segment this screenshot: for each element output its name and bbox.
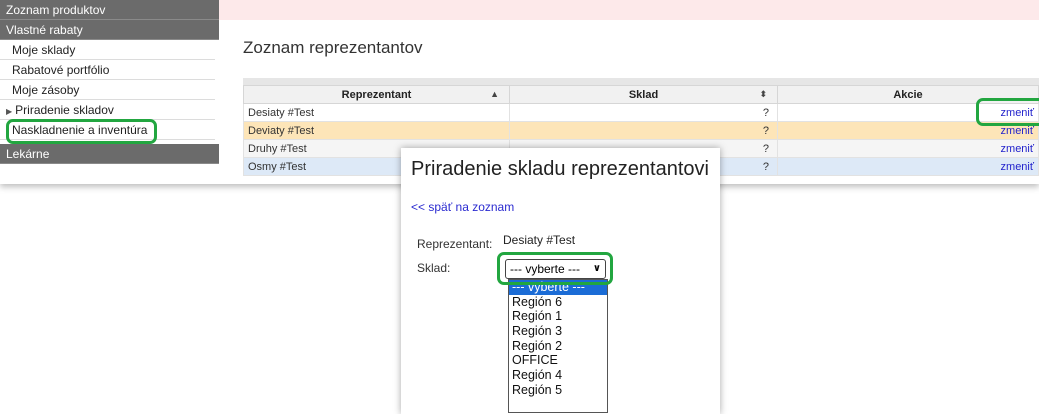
column-header-warehouse[interactable]: Sklad ⬍	[509, 85, 778, 104]
sidebar-item-discount-portfolio[interactable]: Rabatové portfólio	[0, 60, 215, 80]
column-header-actions: Akcie	[777, 85, 1039, 104]
warehouse-label: Sklad:	[417, 261, 451, 275]
warehouse-dropdown-list: --- vyberte --- Región 6 Región 1 Región…	[508, 279, 608, 413]
sidebar-item-my-stock[interactable]: Moje zásoby	[0, 80, 215, 100]
dropdown-option[interactable]: Región 2	[509, 339, 607, 354]
assign-warehouse-dialog: Priradenie skladu reprezentantovi << spä…	[401, 148, 720, 414]
change-link[interactable]: zmeniť	[1001, 143, 1034, 155]
chevron-down-icon: ∨	[592, 263, 601, 274]
table-toolbar-strip	[243, 78, 1039, 85]
cell-warehouse: ?	[509, 103, 778, 122]
change-link[interactable]: zmeniť	[1001, 161, 1034, 173]
dropdown-option[interactable]: --- vyberte ---	[509, 280, 607, 295]
change-link[interactable]: zmeniť	[1001, 107, 1034, 119]
representative-value: Desiaty #Test	[503, 233, 576, 247]
dropdown-option[interactable]: Región 5	[509, 383, 607, 398]
change-link[interactable]: zmeniť	[1001, 125, 1034, 137]
sidebar-header-own-discounts[interactable]: Vlastné rabaty	[0, 20, 219, 40]
cell-representative: Desiaty #Test	[243, 103, 510, 122]
column-header-label: Reprezentant	[341, 88, 412, 101]
sort-icon: ⬍	[759, 89, 767, 99]
cell-actions: zmeniť	[777, 103, 1039, 122]
page-title: Zoznam reprezentantov	[243, 38, 423, 57]
back-to-list-link[interactable]: << späť na zoznam	[411, 200, 514, 214]
cell-actions: zmeniť	[777, 157, 1039, 176]
sidebar: Zoznam produktov Vlastné rabaty Moje skl…	[0, 0, 219, 184]
sidebar-header-products[interactable]: Zoznam produktov	[0, 0, 219, 20]
column-header-label: Sklad	[628, 88, 659, 101]
cell-warehouse: ?	[509, 121, 778, 140]
table-row: Deviaty #Test ? zmeniť	[243, 121, 1039, 140]
dropdown-option[interactable]: Región 3	[509, 324, 607, 339]
table-row: Desiaty #Test ? zmeniť	[243, 103, 1039, 122]
dropdown-option[interactable]: Región 4	[509, 368, 607, 383]
triangle-right-icon: ▶	[6, 107, 13, 116]
cell-actions: zmeniť	[777, 139, 1039, 158]
column-header-label: Akcie	[893, 88, 923, 101]
column-header-representative[interactable]: Reprezentant ▲	[243, 85, 510, 104]
dropdown-option[interactable]: Región 1	[509, 309, 607, 324]
representative-label: Reprezentant:	[417, 237, 493, 251]
select-value: --- vyberte ---	[510, 262, 580, 276]
sidebar-item-assign-warehouses[interactable]: ▶ Priradenie skladov	[0, 100, 215, 120]
cell-actions: zmeniť	[777, 121, 1039, 140]
top-alert-bar	[219, 0, 1039, 20]
warehouse-select[interactable]: --- vyberte --- ∨	[505, 259, 606, 279]
triangle-up-icon: ▲	[490, 89, 499, 99]
sidebar-header-pharmacies[interactable]: Lekárne	[0, 144, 219, 164]
dialog-title: Priradenie skladu reprezentantovi	[411, 158, 709, 180]
sidebar-item-my-warehouses[interactable]: Moje sklady	[0, 40, 215, 60]
dropdown-option[interactable]: OFFICE	[509, 353, 607, 368]
dropdown-option[interactable]: Región 6	[509, 295, 607, 310]
sidebar-item-label: Priradenie skladov	[15, 103, 114, 117]
sidebar-item-stocking-inventory[interactable]: Naskladnenie a inventúra	[0, 120, 215, 140]
cell-representative: Deviaty #Test	[243, 121, 510, 140]
